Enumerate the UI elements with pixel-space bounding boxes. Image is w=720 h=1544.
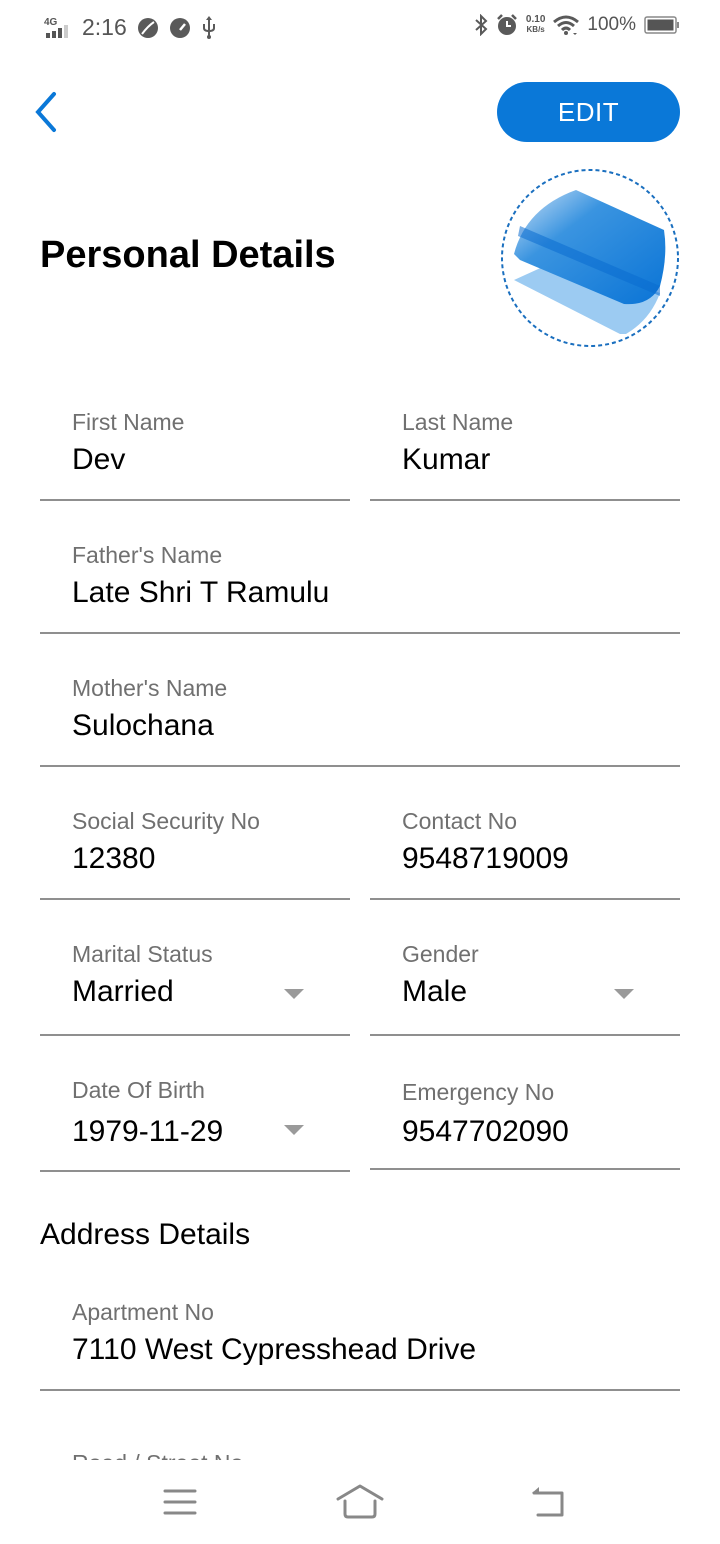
ssn-field[interactable]: Social Security No 12380 <box>40 804 350 900</box>
gauge-icon <box>169 17 191 39</box>
gender-value: Male <box>402 975 468 1008</box>
alarm-icon <box>496 14 518 36</box>
contact-label: Contact No <box>402 808 518 834</box>
dob-label: Date Of Birth <box>72 1077 205 1103</box>
avatar[interactable] <box>500 168 680 348</box>
ssn-label: Social Security No <box>72 808 260 834</box>
back-nav-button[interactable] <box>518 1480 578 1524</box>
caret-down-icon[interactable] <box>614 989 634 999</box>
emergency-label: Emergency No <box>402 1079 555 1105</box>
svg-text:4G: 4G <box>44 17 58 28</box>
emergency-value[interactable]: 9547702090 <box>402 1115 569 1149</box>
caret-down-icon[interactable] <box>284 1125 304 1135</box>
clock: 2:16 <box>82 14 127 40</box>
battery-icon <box>644 15 680 35</box>
menu-icon <box>163 1489 197 1515</box>
net-speed: 0.10 KB/s <box>526 15 545 35</box>
status-bar: 4G 2:16 0.10 KB/s 100% <box>0 0 720 56</box>
last-name-value[interactable]: Kumar <box>402 443 490 477</box>
first-name-field[interactable]: First Name Dev <box>40 405 350 501</box>
ssn-value[interactable]: 12380 <box>72 842 155 876</box>
usb-icon <box>201 15 217 40</box>
marital-status-value: Married <box>72 975 174 1008</box>
home-button[interactable] <box>330 1480 390 1524</box>
home-icon <box>336 1484 384 1519</box>
last-name-label: Last Name <box>402 409 514 435</box>
contact-field[interactable]: Contact No 9548719009 <box>370 804 680 900</box>
gender-select[interactable]: Gender Male <box>370 937 680 1036</box>
signal-icon: 4G <box>42 15 72 41</box>
bluetooth-icon <box>474 14 488 36</box>
apartment-field[interactable]: Apartment No 7110 West Cypresshead Drive <box>40 1295 680 1391</box>
edit-button[interactable]: EDIT <box>497 82 680 142</box>
dob-value: 1979-11-29 <box>72 1115 224 1148</box>
dob-select[interactable]: Date Of Birth 1979-11-29 <box>40 1073 350 1172</box>
address-section-title: Address Details <box>40 1218 251 1251</box>
net-speed-unit: KB/s <box>526 25 545 34</box>
leaf-icon <box>137 17 159 39</box>
page-title: Personal Details <box>40 234 336 276</box>
gender-label: Gender <box>402 941 479 967</box>
marital-status-select[interactable]: Marital Status Married <box>40 937 350 1036</box>
apartment-value[interactable]: 7110 West Cypresshead Drive <box>72 1333 476 1367</box>
caret-down-icon[interactable] <box>284 989 304 999</box>
back-button[interactable] <box>28 88 68 136</box>
menu-button[interactable] <box>150 1480 210 1524</box>
father-name-value[interactable]: Late Shri T Ramulu <box>72 576 329 610</box>
road-street-label: Road / Street No <box>72 1452 243 1460</box>
mother-name-field[interactable]: Mother's Name Sulochana <box>40 671 680 767</box>
back-icon <box>532 1487 564 1517</box>
mother-name-value[interactable]: Sulochana <box>72 709 214 743</box>
contact-value[interactable]: 9548719009 <box>402 842 569 876</box>
net-speed-value: 0.10 <box>525 14 546 25</box>
marital-status-label: Marital Status <box>72 941 213 967</box>
chevron-left-icon <box>35 92 56 132</box>
last-name-field[interactable]: Last Name Kumar <box>370 405 680 501</box>
apartment-label: Apartment No <box>72 1299 214 1325</box>
card-illustration-icon <box>501 169 679 347</box>
father-name-label: Father's Name <box>72 542 223 568</box>
mother-name-label: Mother's Name <box>72 675 228 701</box>
battery-percent: 100% <box>587 14 636 35</box>
system-nav-bar <box>0 1460 720 1544</box>
first-name-value[interactable]: Dev <box>72 443 125 477</box>
first-name-label: First Name <box>72 409 185 435</box>
father-name-field[interactable]: Father's Name Late Shri T Ramulu <box>40 538 680 634</box>
wifi-icon <box>553 14 580 36</box>
emergency-field[interactable]: Emergency No 9547702090 <box>370 1073 680 1170</box>
